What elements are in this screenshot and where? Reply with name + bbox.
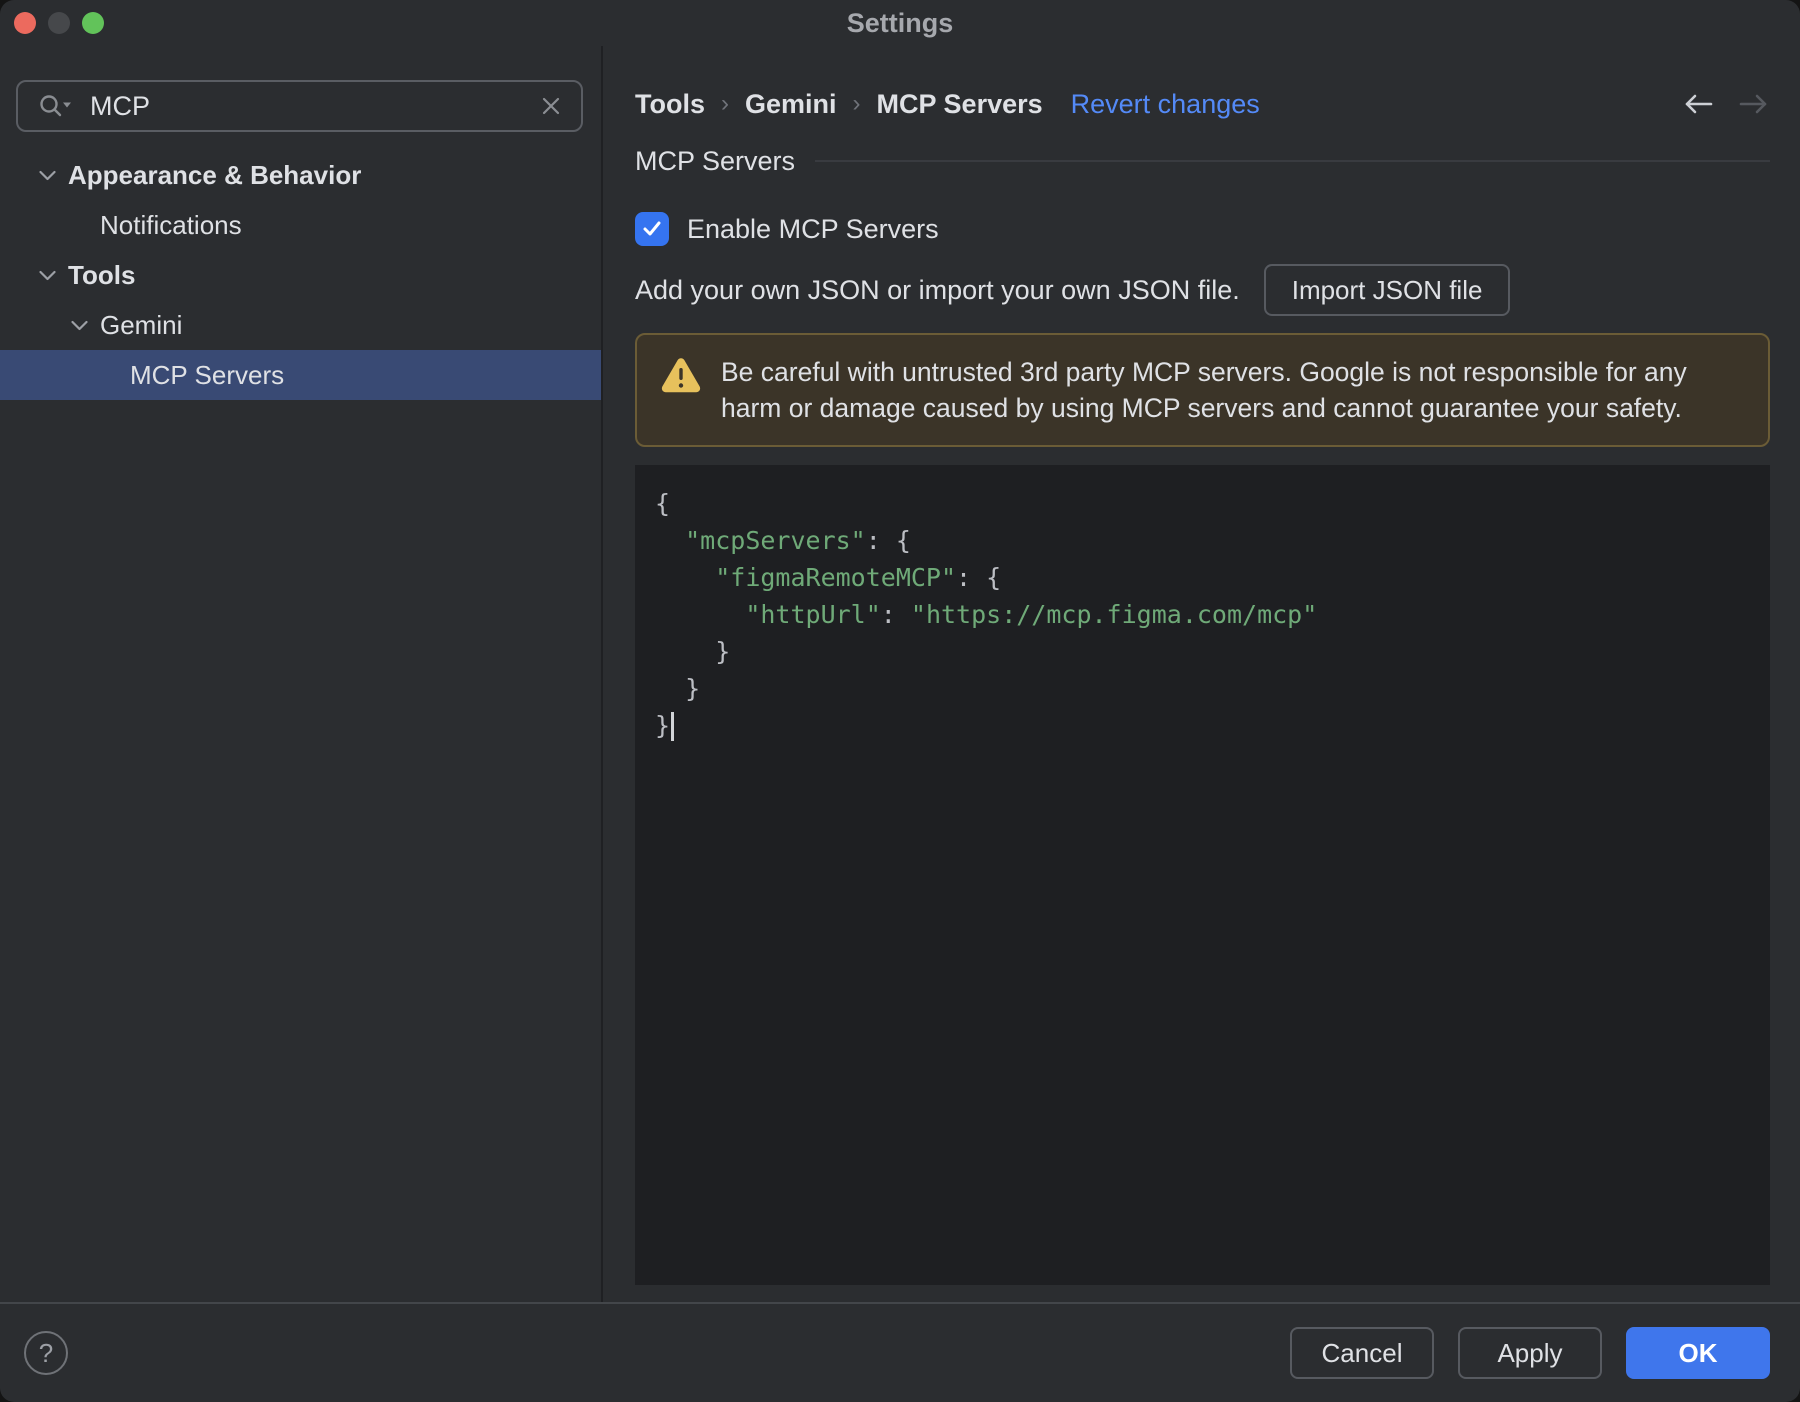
sidebar-item-label: Appearance & Behavior	[68, 159, 362, 190]
import-json-file-button[interactable]: Import JSON file	[1263, 264, 1511, 316]
enable-mcp-row: Enable MCP Servers	[635, 204, 1770, 254]
warning-text: Be careful with untrusted 3rd party MCP …	[721, 357, 1687, 423]
help-question-icon: ?	[38, 1337, 54, 1368]
search-value[interactable]: MCP	[90, 91, 539, 122]
breadcrumb-mcp-servers: MCP Servers	[876, 88, 1043, 119]
section-title: MCP Servers	[635, 145, 796, 176]
chevron-down-icon[interactable]	[38, 270, 56, 281]
ok-button[interactable]: OK	[1626, 1327, 1770, 1379]
sidebar-item-label: MCP Servers	[130, 359, 285, 390]
enable-mcp-checkbox[interactable]	[635, 212, 669, 246]
back-arrow-icon[interactable]	[1682, 91, 1716, 117]
text-caret	[671, 711, 675, 741]
warning-banner: Be careful with untrusted 3rd party MCP …	[635, 333, 1770, 447]
breadcrumb-gemini[interactable]: Gemini	[745, 89, 837, 120]
section-header: MCP Servers	[635, 144, 1770, 178]
revert-changes-link[interactable]: Revert changes	[1071, 89, 1260, 120]
settings-content: Tools › Gemini › MCP Servers Revert chan…	[603, 46, 1800, 1302]
section-divider	[815, 160, 1770, 162]
sidebar-item-gemini[interactable]: Gemini	[0, 300, 601, 350]
chevron-down-icon[interactable]	[38, 170, 56, 181]
traffic-lights	[14, 12, 104, 34]
breadcrumb-tools[interactable]: Tools	[635, 89, 705, 120]
json-editor[interactable]: { "mcpServers": { "figmaRemoteMCP": { "h…	[635, 465, 1770, 1285]
sidebar-item-label: Tools	[68, 259, 136, 290]
breadcrumb-separator: ›	[852, 90, 861, 117]
settings-window: Settings MCP Appearance & Behavior Notif…	[0, 0, 1800, 1402]
cancel-button[interactable]: Cancel	[1290, 1327, 1434, 1379]
breadcrumb-separator: ›	[721, 90, 729, 117]
sidebar-item-label: Gemini	[100, 309, 183, 340]
footer-bar: ? Cancel Apply OK	[0, 1302, 1800, 1402]
apply-button[interactable]: Apply	[1458, 1327, 1602, 1379]
enable-mcp-label[interactable]: Enable MCP Servers	[687, 214, 939, 245]
title-bar: Settings	[0, 0, 1800, 46]
breadcrumb: Tools › Gemini › MCP Servers Revert chan…	[635, 86, 1770, 122]
forward-arrow-icon	[1736, 91, 1770, 117]
settings-tree: Appearance & Behavior Notifications Tool…	[0, 150, 601, 400]
close-window-button[interactable]	[14, 12, 36, 34]
chevron-down-icon[interactable]	[70, 320, 88, 331]
help-button[interactable]: ?	[24, 1331, 68, 1375]
sidebar-item-notifications[interactable]: Notifications	[0, 200, 601, 250]
import-json-text: Add your own JSON or import your own JSO…	[635, 274, 1240, 305]
import-json-row: Add your own JSON or import your own JSO…	[635, 264, 1770, 316]
search-input[interactable]: MCP	[16, 80, 583, 132]
zoom-window-button[interactable]	[82, 12, 104, 34]
clear-search-icon[interactable]	[539, 94, 563, 118]
sidebar-item-label: Notifications	[100, 209, 242, 240]
sidebar-item-tools[interactable]: Tools	[0, 250, 601, 300]
minimize-window-button	[48, 12, 70, 34]
json-editor-code[interactable]: { "mcpServers": { "figmaRemoteMCP": { "h…	[655, 485, 1770, 744]
warning-icon	[661, 357, 701, 393]
window-title: Settings	[846, 7, 954, 38]
sidebar-item-mcp-servers[interactable]: MCP Servers	[0, 350, 601, 400]
main-area: MCP Appearance & Behavior Notifications …	[0, 46, 1800, 1302]
sidebar-item-appearance-behavior[interactable]: Appearance & Behavior	[0, 150, 601, 200]
search-icon[interactable]	[38, 93, 74, 119]
settings-sidebar: MCP Appearance & Behavior Notifications …	[0, 46, 603, 1302]
